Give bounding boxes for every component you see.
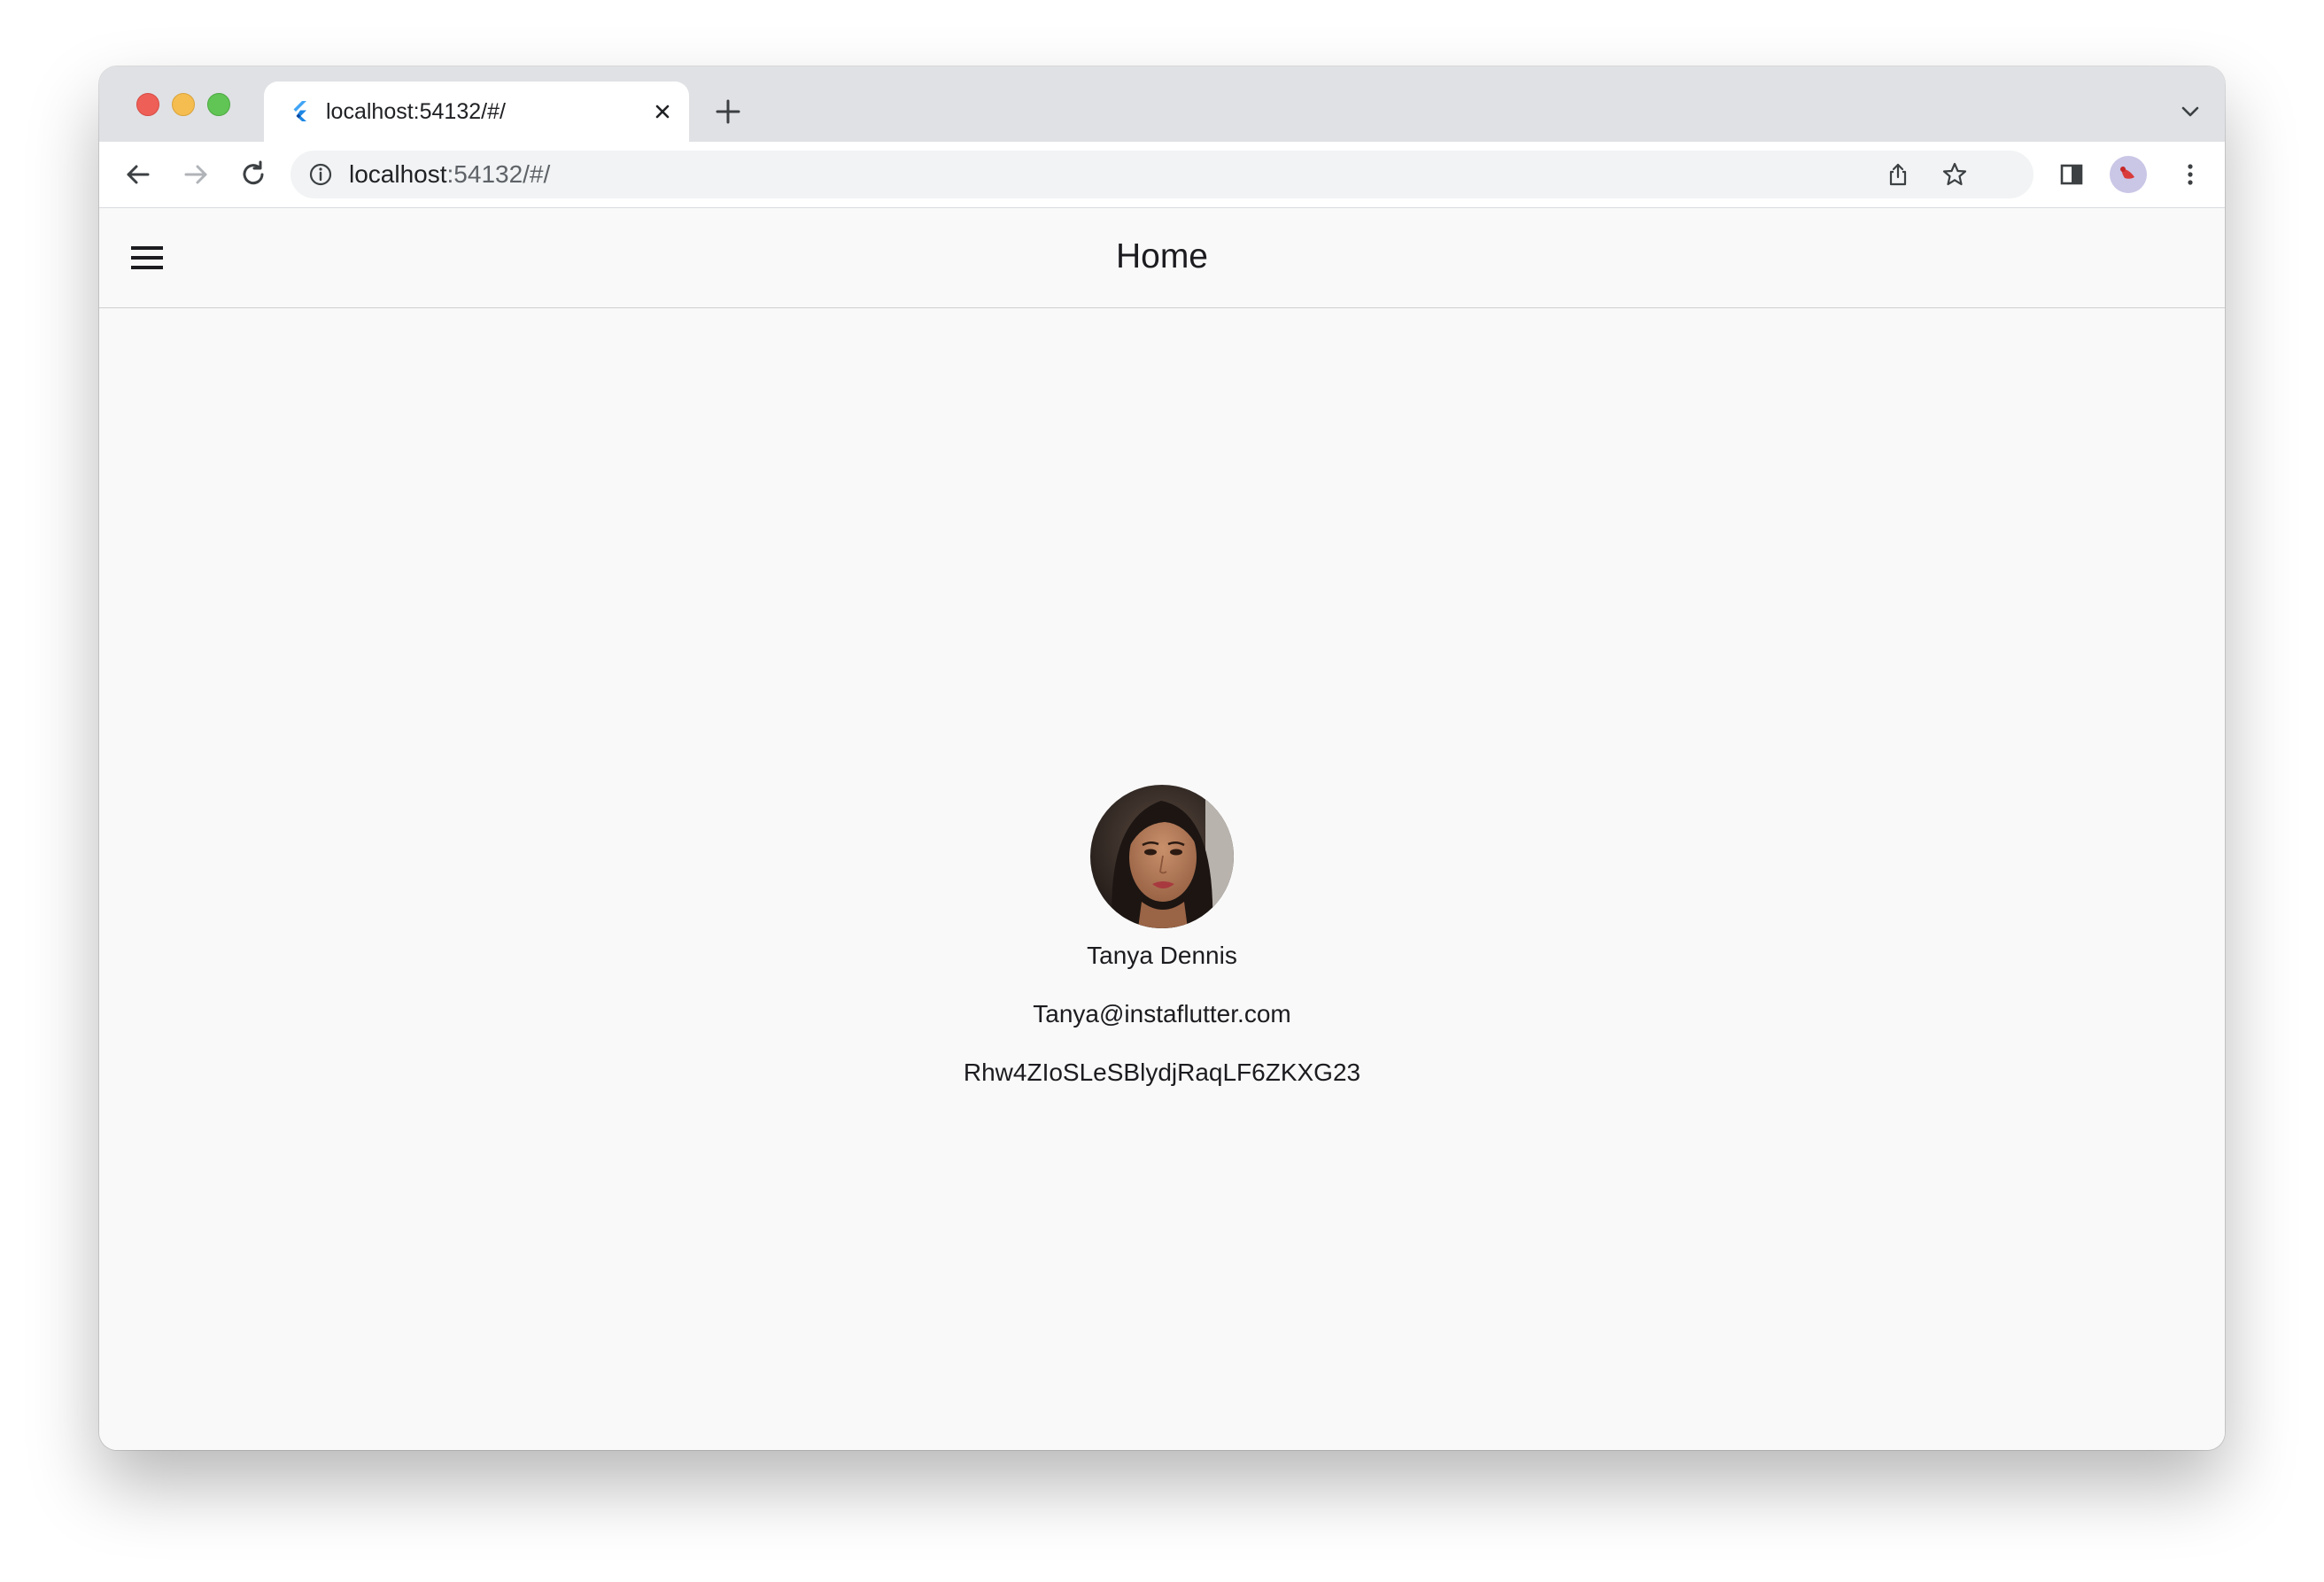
kebab-menu-icon[interactable] [2173, 158, 2207, 191]
profile-user-id: Rhw4ZIoSLeSBlydjRaqLF6ZKXG23 [963, 1059, 1361, 1086]
maximize-window-button[interactable] [207, 93, 230, 116]
profile-avatar [1090, 785, 1234, 928]
browser-toolbar: localhost:54132/#/ [99, 142, 2225, 209]
page-title: Home [1115, 237, 1209, 275]
url-host: localhost [349, 160, 447, 188]
share-icon[interactable] [1885, 161, 1911, 188]
close-icon[interactable] [650, 99, 675, 124]
browser-tab[interactable]: localhost:54132/#/ [264, 81, 689, 142]
profile-content: Tanya Dennis Tanya@instaflutter.com Rhw4… [99, 308, 2225, 1450]
chevron-down-icon[interactable] [2177, 98, 2204, 125]
flutter-icon [293, 101, 306, 121]
back-arrow-icon[interactable] [121, 158, 155, 191]
avatar[interactable] [2110, 156, 2147, 193]
tab-title: localhost:54132/#/ [326, 99, 506, 124]
tab-strip: localhost:54132/#/ [99, 66, 2225, 142]
minimize-window-button[interactable] [172, 93, 195, 116]
app-bar: Home [99, 208, 2225, 308]
address-bar[interactable]: localhost:54132/#/ [290, 151, 2034, 198]
forward-arrow-icon[interactable] [179, 158, 213, 191]
profile-email: Tanya@instaflutter.com [1033, 1000, 1291, 1028]
profile-bird-icon [2120, 167, 2136, 181]
profile-name: Tanya Dennis [1087, 942, 1237, 969]
browser-window: localhost:54132/#/ localhost:54132/#/ Ho… [99, 66, 2225, 1450]
url-text[interactable]: localhost:54132/#/ [349, 160, 550, 189]
profile-photo-image [1090, 785, 1234, 928]
reload-icon[interactable] [236, 158, 270, 191]
star-icon[interactable] [1941, 161, 1968, 188]
close-window-button[interactable] [136, 93, 159, 116]
url-path: :54132/#/ [446, 160, 551, 188]
new-tab-icon[interactable] [712, 96, 744, 128]
info-icon[interactable] [308, 162, 333, 187]
side-panel-icon[interactable] [2055, 158, 2088, 191]
